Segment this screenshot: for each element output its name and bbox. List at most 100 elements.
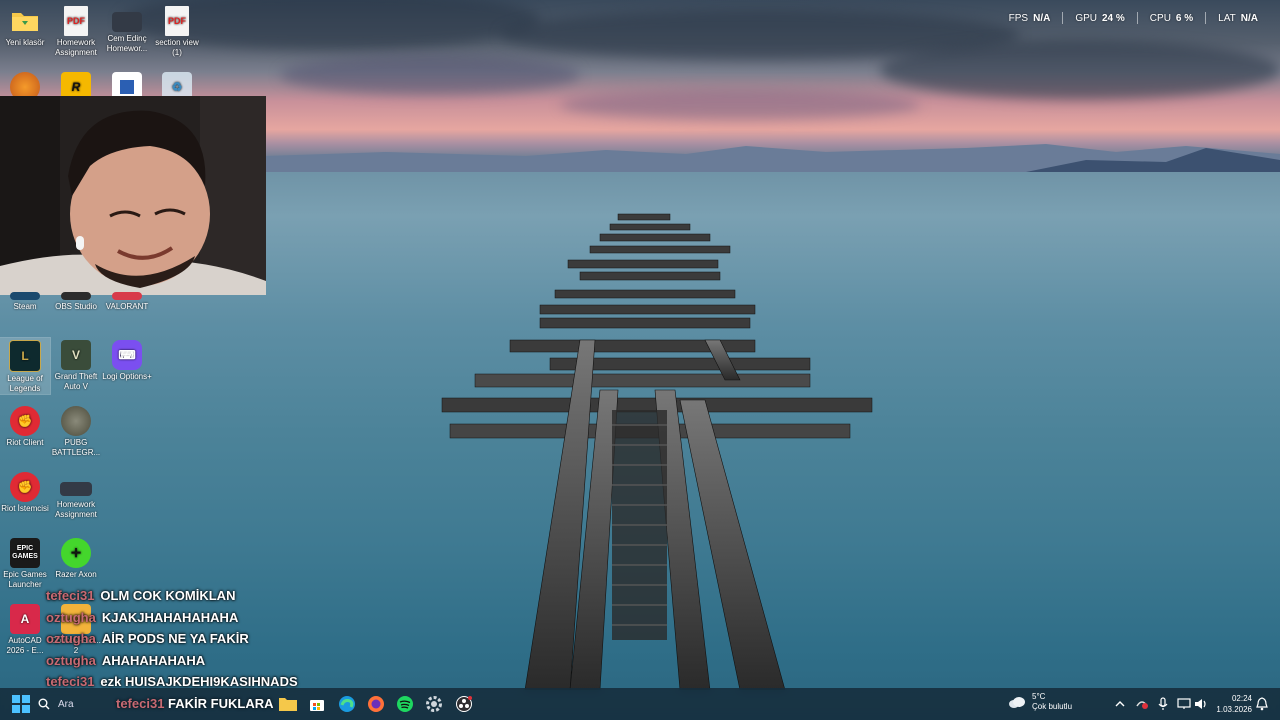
desktop-icon-razer-axon[interactable]: ✛ Razer Axon <box>51 538 101 580</box>
taskbar-clock[interactable]: 02:24 1.03.2026 <box>1216 693 1252 715</box>
pdf-file-icon: PDF <box>64 6 88 36</box>
desktop-icon-homework-assignment-2[interactable]: Homework Assignment <box>51 472 101 520</box>
obs-icon <box>456 696 472 712</box>
taskbar-settings[interactable] <box>423 693 445 715</box>
cpu-value: 6 % <box>1175 12 1194 24</box>
start-button[interactable] <box>12 695 30 713</box>
desktop-icon-valorant[interactable]: VALORANT <box>102 292 152 312</box>
icon-label: Riot Client <box>6 438 44 447</box>
riot-fist-icon: ✊ <box>10 472 40 502</box>
taskbar-edge[interactable] <box>336 693 358 715</box>
lat-label: LAT <box>1218 12 1236 24</box>
search-icon <box>38 698 50 710</box>
chat-text: AHAHAHAHAHA <box>101 652 206 668</box>
microphone-icon <box>1158 697 1168 710</box>
gpu-value: 24 % <box>1102 12 1125 24</box>
taskbar-weather[interactable]: 5°C Çok bulutlu <box>1008 692 1072 712</box>
desktop-icon-logi-options[interactable]: ⌨ Logi Options+ <box>102 340 152 382</box>
chat-username: oztugha <box>46 652 96 668</box>
icon-label: Cem Edinç Homewor... <box>106 34 148 53</box>
chat-username: tefeci31 <box>116 696 165 711</box>
clock-date: 1.03.2026 <box>1216 705 1252 714</box>
desktop-icon-steam[interactable]: Steam <box>0 292 50 312</box>
desktop-icon-gta[interactable]: V Grand Theft Auto V <box>51 340 101 392</box>
stream-chat-overlay: tefeci31 OLM COK KOMİKLAN oztugha KJAKJHAH… <box>46 585 346 693</box>
streamer-face <box>0 96 266 295</box>
gpu-label: GPU <box>1075 12 1097 24</box>
gear-icon <box>426 696 442 712</box>
riot-fist-icon: ✊ <box>10 406 40 436</box>
gta-icon: V <box>61 340 91 370</box>
pdf-file-icon: PDF <box>165 6 189 36</box>
icon-label: OBS Studio <box>55 302 97 311</box>
divider <box>1136 12 1138 24</box>
icon-label: Epic Games Launcher <box>3 570 47 589</box>
razer-axon-icon: ✛ <box>61 538 91 568</box>
desktop-icon-epic-games[interactable]: EPIC GAMES Epic Games Launcher <box>0 538 50 590</box>
document-thumbnail-icon <box>112 12 142 32</box>
desktop-icon-league-of-legends[interactable]: L League of Legends <box>0 337 51 395</box>
chat-message: tefeci31 OLM COK KOMİKLAN <box>46 585 346 607</box>
tray-network[interactable] <box>1176 693 1192 715</box>
pier-wallpaper <box>441 213 873 690</box>
desktop-icon-obs[interactable]: OBS Studio <box>51 292 101 312</box>
icon-label: Grand Theft Auto V <box>54 372 98 391</box>
weather-description: Çok bulutlu <box>1032 702 1073 711</box>
icon-label: Razer Axon <box>55 570 97 579</box>
windows-logo-icon <box>12 695 30 713</box>
icon-label: Yeni klasör <box>5 38 45 47</box>
taskbar-firefox[interactable] <box>365 693 387 715</box>
tray-microphone[interactable] <box>1155 693 1171 715</box>
icon-label: Logi Options+ <box>102 372 152 381</box>
desktop-icon-riot-client[interactable]: ✊ Riot Client <box>0 406 50 448</box>
icon-label: Riot İstemcisi <box>1 504 49 513</box>
icon-label: PUBG BATTLEGR... <box>51 438 101 457</box>
taskbar-spotify[interactable] <box>394 693 416 715</box>
steam-icon <box>10 292 40 300</box>
chat-username: oztugha <box>46 631 96 646</box>
chevron-up-icon <box>1115 701 1125 707</box>
desktop-icon-yeni-klasor[interactable]: Yeni klasör <box>0 6 50 48</box>
folder-icon <box>279 698 297 711</box>
desktop-icon-cem-edinc[interactable]: Cem Edinç Homewor... <box>102 6 152 54</box>
weather-temperature: 5°C <box>1032 692 1046 701</box>
webcam-overlay <box>0 96 266 295</box>
taskbar-obs[interactable] <box>453 693 475 715</box>
obs-icon <box>61 292 91 300</box>
icon-label: Homework Assignment <box>55 500 97 519</box>
taskbar-file-explorer[interactable] <box>277 693 299 715</box>
desktop-icon-section-view[interactable]: PDF section view (1) <box>152 6 202 58</box>
mountains <box>266 144 1280 172</box>
tray-app-icon[interactable] <box>1134 693 1150 715</box>
tray-overflow-button[interactable] <box>1113 693 1127 715</box>
chat-message: oztugha KJAKJHAHAHAHAHA <box>46 607 346 629</box>
chat-text: AİR PODS NE YA FAKİR <box>101 631 249 646</box>
chat-message: tefeci31 FAKİR FUKLARA <box>116 696 273 711</box>
icon-label: VALORANT <box>105 302 149 311</box>
lat-value: N/A <box>1240 12 1258 24</box>
desktop-icon-riot-istemcisi[interactable]: ✊ Riot İstemcisi <box>0 472 50 514</box>
divider <box>1205 12 1207 24</box>
chat-message: oztugha AHAHAHAHAHA <box>46 650 346 672</box>
clock-time: 02:24 <box>1231 694 1252 703</box>
desktop-icon-autocad[interactable]: A AutoCAD 2026 - E... <box>0 604 50 656</box>
epic-games-icon: EPIC GAMES <box>10 538 40 568</box>
firefox-icon <box>368 696 384 712</box>
performance-overlay: FPS N/A GPU 24 % CPU 6 % LAT N/A <box>1009 12 1258 24</box>
valorant-icon <box>112 292 142 300</box>
tray-volume[interactable] <box>1193 693 1209 715</box>
network-monitor-icon <box>1177 698 1191 709</box>
autocad-icon: A <box>10 604 40 634</box>
document-thumbnail-icon <box>60 482 92 496</box>
desktop-icon-pubg[interactable]: PUBG BATTLEGR... <box>51 406 101 458</box>
search-placeholder: Ara <box>58 698 74 710</box>
chat-text: FAKİR FUKLARA <box>168 696 274 711</box>
chat-message: oztugha AİR PODS NE YA FAKİR <box>46 628 346 650</box>
fps-label: FPS <box>1008 12 1029 24</box>
taskbar: Ara tefeci31 FAKİR FUKLARA 5°C Çok bulut… <box>0 688 1280 720</box>
taskbar-store[interactable] <box>306 693 328 715</box>
desktop-icon-homework-assignment[interactable]: PDF Homework Assignment <box>51 6 101 58</box>
chat-text: OLM COK KOMİKLAN <box>100 588 236 603</box>
notification-center-button[interactable] <box>1254 693 1270 715</box>
cloud <box>880 40 1280 100</box>
